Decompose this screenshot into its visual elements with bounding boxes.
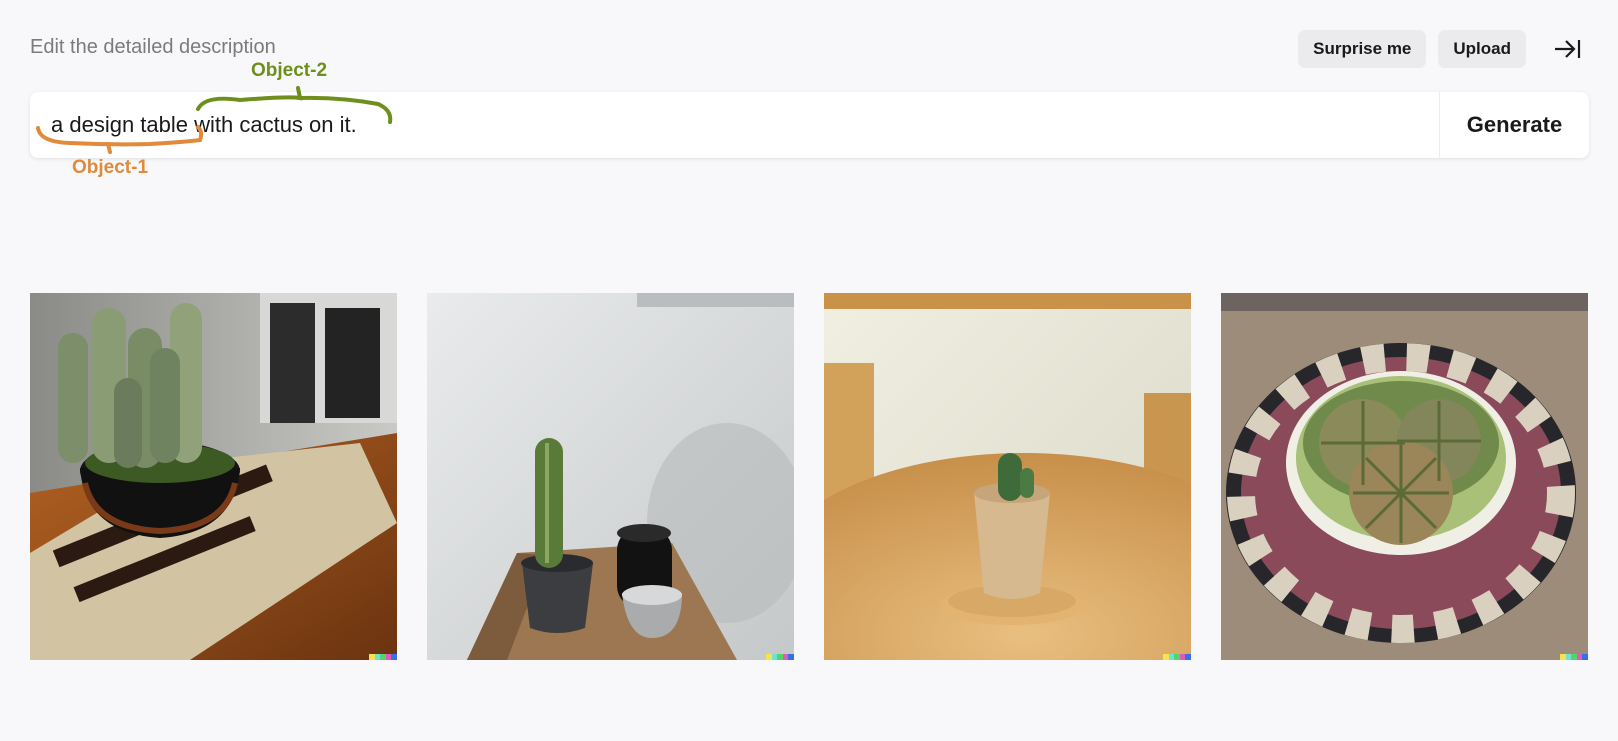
prompt-input[interactable]: a design table with cactus on it. bbox=[30, 112, 1439, 138]
generate-button[interactable]: Generate bbox=[1439, 92, 1589, 158]
image-watermark bbox=[766, 654, 794, 660]
object-1-label: Object-1 bbox=[72, 157, 149, 178]
object-2-label: Object-2 bbox=[251, 60, 328, 81]
collapse-panel-button[interactable] bbox=[1546, 30, 1588, 68]
result-image-3[interactable] bbox=[824, 293, 1191, 660]
result-image-4[interactable] bbox=[1221, 293, 1588, 660]
prompt-hint: Edit the detailed description bbox=[30, 36, 276, 58]
prompt-bar: a design table with cactus on it. Genera… bbox=[30, 92, 1589, 158]
top-actions: Surprise me Upload bbox=[1298, 30, 1588, 68]
arrow-right-to-bar-icon bbox=[1555, 40, 1581, 58]
result-image-1[interactable] bbox=[30, 293, 397, 660]
image-watermark bbox=[1560, 654, 1588, 660]
image-watermark bbox=[369, 654, 397, 660]
result-image-2[interactable] bbox=[427, 293, 794, 660]
image-watermark bbox=[1163, 654, 1191, 660]
results-gallery bbox=[30, 293, 1588, 660]
upload-button[interactable]: Upload bbox=[1438, 30, 1526, 68]
surprise-me-button[interactable]: Surprise me bbox=[1298, 30, 1427, 68]
